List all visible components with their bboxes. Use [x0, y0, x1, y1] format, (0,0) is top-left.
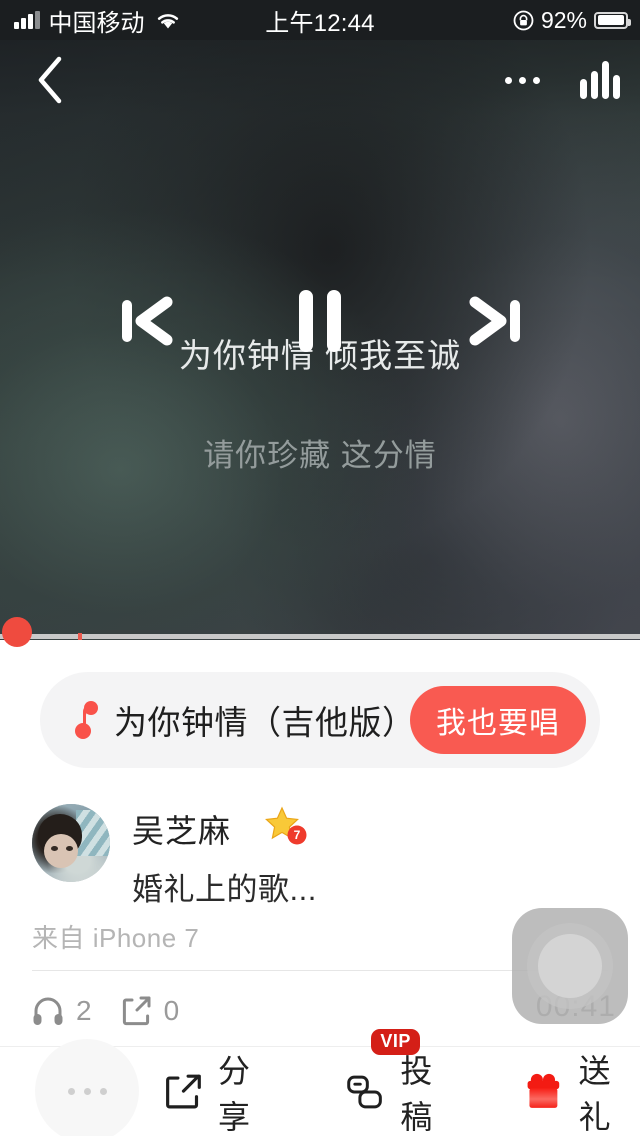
- gift-action-label: 送礼: [578, 1053, 612, 1135]
- previous-track-button[interactable]: [108, 286, 182, 356]
- next-track-icon: [469, 296, 520, 346]
- pause-icon: [299, 290, 341, 352]
- equalizer-icon[interactable]: [578, 61, 622, 99]
- user-info-row[interactable]: 吴芝麻 7 婚礼上的歌...: [32, 800, 608, 910]
- submit-post-icon: [347, 1075, 383, 1109]
- share-count-stat[interactable]: 0: [122, 995, 180, 1027]
- more-options-button[interactable]: [501, 56, 544, 104]
- progress-track: [0, 634, 640, 639]
- bottom-more-button[interactable]: [35, 1039, 139, 1136]
- device-source-label: 来自 iPhone 7: [32, 923, 200, 953]
- gift-icon: [527, 1073, 559, 1108]
- post-description: 婚礼上的歌...: [132, 872, 317, 907]
- previous-track-icon: [122, 296, 173, 346]
- battery-percent-label: 92%: [540, 6, 587, 33]
- lyric-next-line: 请你珍藏 这分情: [203, 437, 437, 473]
- star-level-badge-icon: 7: [264, 806, 310, 848]
- bottom-action-bar: 分享 VIP 投稿 送礼: [0, 1029, 640, 1136]
- vip-badge: VIP: [371, 1029, 420, 1055]
- post-action-button[interactable]: VIP 投稿: [345, 1029, 461, 1136]
- share-count: 0: [163, 995, 180, 1026]
- share-action-button[interactable]: 分享: [163, 1046, 279, 1136]
- share-box-icon: [166, 1074, 201, 1109]
- back-chevron-icon: [38, 56, 62, 104]
- battery-icon: [594, 11, 631, 29]
- status-bar: 中国移动 上午12:44 92%: [0, 0, 640, 40]
- app-screen: 中国移动 上午12:44 92% 为你钟情 倾我至诚 请你珍藏 这分情 为你钟情…: [0, 0, 640, 1136]
- playback-progress-bar[interactable]: [0, 617, 640, 647]
- gift-action-button[interactable]: 送礼: [522, 1046, 640, 1136]
- rotation-lock-icon: [513, 10, 534, 30]
- sing-button[interactable]: 我也要唱: [410, 686, 586, 754]
- listen-count: 2: [76, 995, 92, 1026]
- listen-count-stat[interactable]: 2: [32, 995, 92, 1027]
- song-card[interactable]: 为你钟情（吉他版） 我也要唱: [40, 672, 600, 768]
- avatar[interactable]: [32, 804, 110, 882]
- player-controls: [0, 286, 640, 356]
- level-number: 7: [294, 828, 301, 842]
- back-button[interactable]: [24, 54, 76, 106]
- headphone-icon: [33, 997, 63, 1025]
- next-track-button[interactable]: [460, 286, 534, 356]
- progress-marker: [78, 633, 82, 640]
- pause-button[interactable]: [283, 286, 357, 356]
- song-title: 为你钟情（吉他版）: [114, 704, 416, 741]
- progress-handle[interactable]: [2, 617, 32, 647]
- music-note-icon: [72, 700, 102, 740]
- assistive-touch-icon[interactable]: [512, 908, 628, 1024]
- post-action-label: 投稿: [400, 1053, 434, 1135]
- share-action-label: 分享: [217, 1053, 251, 1135]
- share-icon: [122, 996, 151, 1026]
- navigation-bar: [0, 40, 640, 120]
- user-name: 吴芝麻: [132, 813, 232, 849]
